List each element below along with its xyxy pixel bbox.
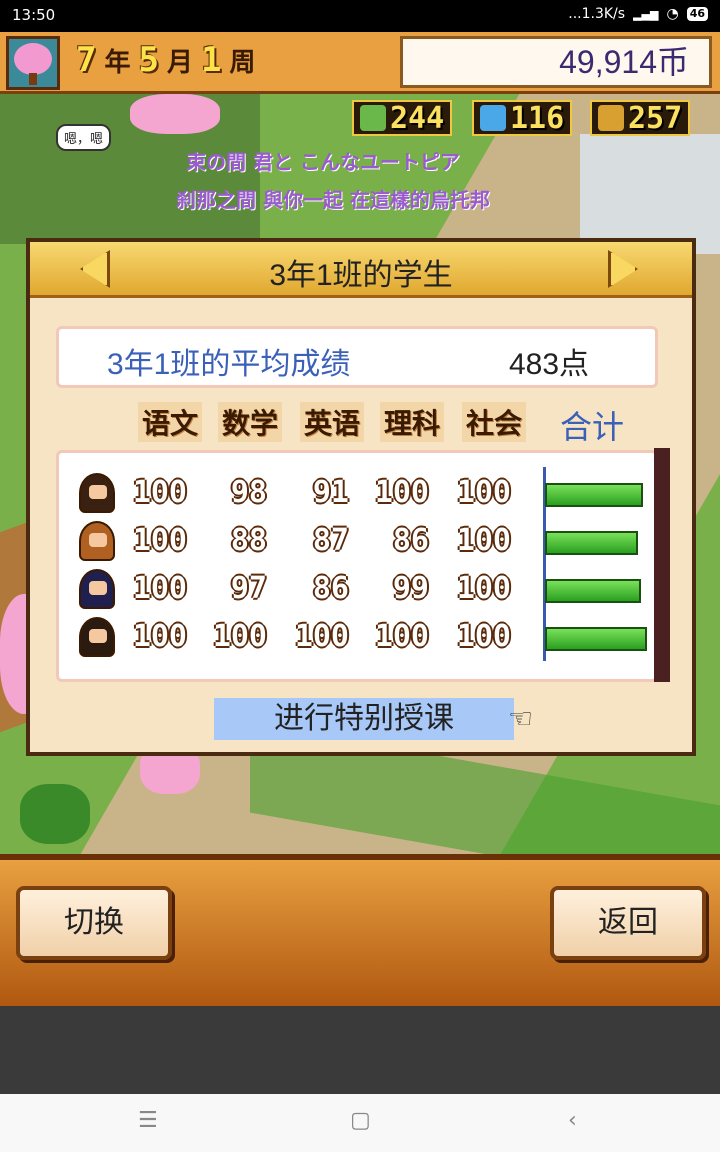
student-avatar	[79, 617, 115, 657]
total-header: 合计	[560, 409, 625, 445]
student-row[interactable]: 100 100 100 100 100	[79, 611, 659, 661]
grade-list: 100 98 91 100 100 100 88 87 86 100 100 9…	[56, 450, 658, 682]
green-tree	[20, 784, 90, 844]
school-building	[580, 134, 720, 254]
face-icon	[89, 533, 107, 547]
back-nav-icon[interactable]: ‹	[568, 1108, 577, 1133]
student-row[interactable]: 100 97 86 99 100	[79, 563, 659, 613]
student-row[interactable]: 100 98 91 100 100	[79, 467, 659, 517]
average-label: 3年1班的平均成绩	[107, 348, 351, 381]
flask-icon	[480, 105, 506, 131]
money-display: 49,914币	[400, 36, 712, 88]
status-indicators: ...1.3K/s ▂▄▆ ◔ 46	[568, 6, 708, 22]
subject-chinese: 语文	[138, 402, 203, 442]
empty-area	[0, 1006, 720, 1094]
resource-value: 257	[628, 100, 683, 136]
average-score-box: 3年1班的平均成绩 483点	[56, 326, 658, 388]
special-class-button[interactable]: 进行特别授课	[214, 698, 514, 740]
score-math: 88	[230, 523, 267, 558]
wifi-icon: ◔	[666, 6, 679, 22]
subject-english: 英语	[300, 402, 365, 442]
score-math: 97	[230, 571, 267, 606]
speech-bubble: 嗯，嗯	[56, 124, 112, 151]
season-tree-icon[interactable]	[6, 36, 60, 90]
resource-bell: 257	[590, 100, 691, 136]
resource-value: 116	[510, 100, 565, 136]
blossom-tree	[130, 94, 220, 134]
score-chinese: 100	[132, 475, 187, 510]
panel-header: 3年1班的学生	[30, 242, 692, 298]
student-avatar	[79, 569, 115, 609]
subject-science: 理科	[380, 402, 445, 442]
top-bar: 7 年 5 月 1 周 49,914币	[0, 32, 720, 94]
average-value: 483点	[509, 348, 590, 381]
total-bar	[545, 531, 638, 555]
month-number: 5	[138, 40, 159, 80]
lyric-line-1: 束の間 君と こんなユートピア	[186, 150, 460, 174]
date-display: 7 年 5 月 1 周	[76, 40, 256, 80]
score-chinese: 100	[132, 523, 187, 558]
pointing-hand-icon: ☜	[508, 702, 534, 735]
month-label: 月	[166, 47, 193, 77]
week-label: 周	[229, 47, 256, 77]
list-scrollbar[interactable]	[654, 448, 670, 682]
score-science: 86	[392, 523, 429, 558]
year-label: 年	[104, 47, 131, 77]
pencil-icon	[360, 105, 386, 131]
home-icon[interactable]: ▢	[350, 1108, 371, 1133]
score-science: 100	[374, 475, 429, 510]
signal-icon: ▂▄▆	[633, 7, 659, 21]
bottom-bar: 切换 返回	[0, 854, 720, 1006]
cherry-blossom-icon	[14, 43, 52, 75]
year-number: 7	[76, 40, 97, 80]
lyric-line-2: 刹那之間 與你一起 在這樣的烏托邦	[176, 188, 490, 212]
score-math: 100	[212, 619, 267, 654]
status-bar: 13:50 ...1.3K/s ▂▄▆ ◔ 46	[0, 0, 720, 32]
score-chinese: 100	[132, 571, 187, 606]
score-social: 100	[456, 475, 511, 510]
menu-icon[interactable]: ☰	[138, 1108, 158, 1133]
network-speed: ...1.3K/s	[568, 6, 626, 22]
panel-title: 3年1班的学生	[269, 259, 453, 292]
score-english: 87	[312, 523, 349, 558]
week-number: 1	[201, 40, 222, 80]
face-icon	[89, 629, 107, 643]
switch-button[interactable]: 切换	[16, 886, 172, 960]
face-icon	[89, 581, 107, 595]
class-students-panel: 3年1班的学生 3年1班的平均成绩 483点 语文 数学 英语 理科 社会 合计…	[26, 238, 696, 756]
score-math: 98	[230, 475, 267, 510]
student-avatar	[79, 473, 115, 513]
score-social: 100	[456, 619, 511, 654]
tree-trunk	[29, 73, 37, 85]
back-button[interactable]: 返回	[550, 886, 706, 960]
total-bar	[545, 627, 647, 651]
student-avatar	[79, 521, 115, 561]
score-english: 86	[312, 571, 349, 606]
face-icon	[89, 485, 107, 499]
subject-social: 社会	[462, 402, 527, 442]
score-social: 100	[456, 523, 511, 558]
score-social: 100	[456, 571, 511, 606]
subject-math: 数学	[218, 402, 283, 442]
student-row[interactable]: 100 88 87 86 100	[79, 515, 659, 565]
score-chinese: 100	[132, 619, 187, 654]
score-science: 99	[392, 571, 429, 606]
resource-value: 244	[390, 100, 445, 136]
total-bar	[545, 483, 643, 507]
score-english: 91	[312, 475, 349, 510]
total-bar	[545, 579, 641, 603]
status-time: 13:50	[12, 6, 56, 24]
battery-icon: 46	[686, 7, 708, 21]
score-english: 100	[294, 619, 349, 654]
resource-flask: 116	[472, 100, 573, 136]
system-nav-bar: ☰ ▢ ‹	[0, 1094, 720, 1152]
score-science: 100	[374, 619, 429, 654]
resource-pencil: 244	[352, 100, 453, 136]
bell-icon	[598, 105, 624, 131]
